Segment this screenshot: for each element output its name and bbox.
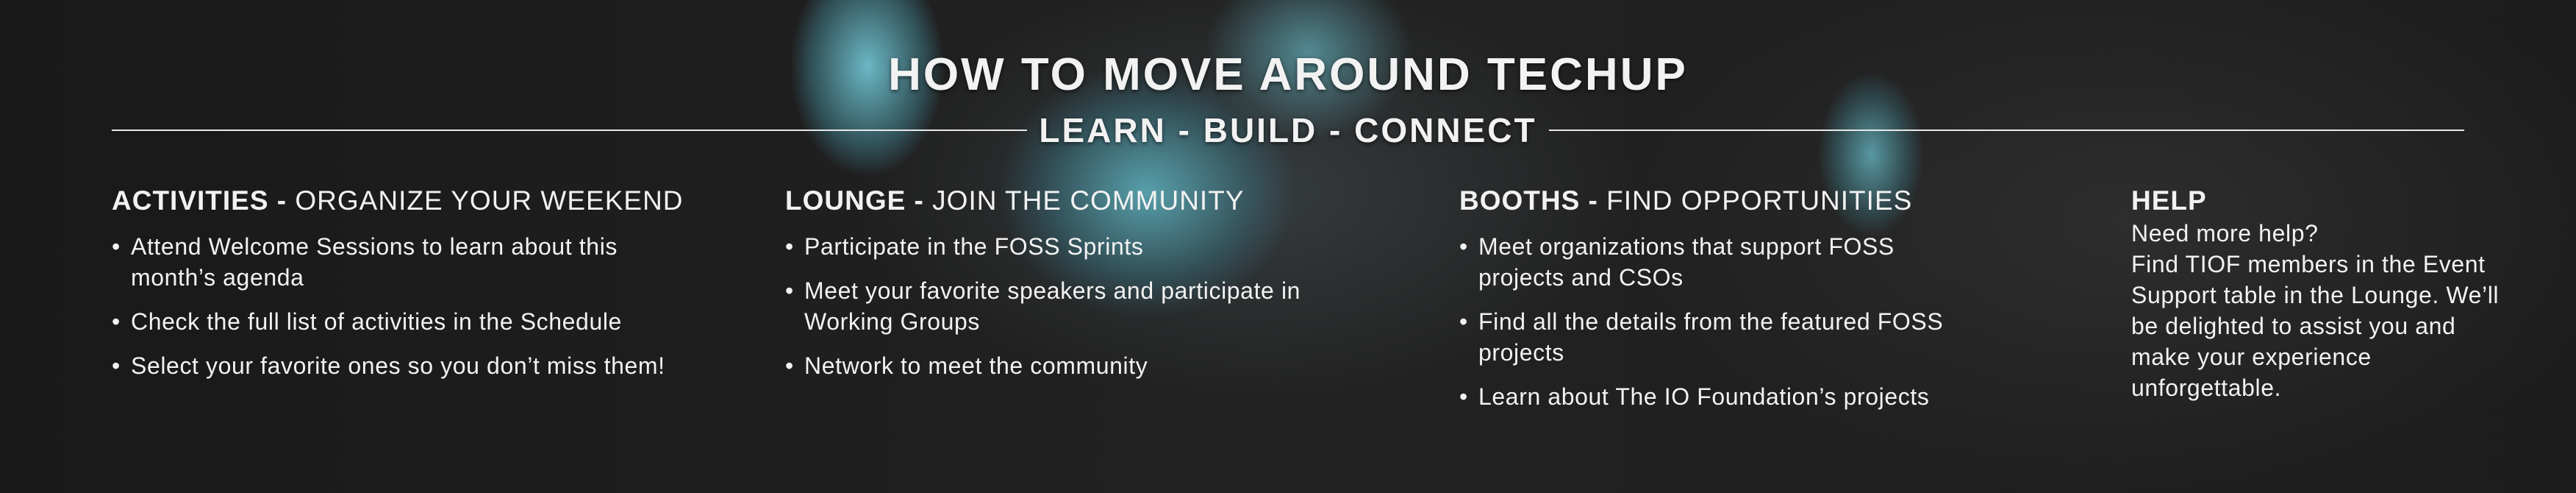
section-help: HELP Need more help? Find TIOF members i… — [2131, 185, 2543, 403]
page-title: HOW TO MOVE AROUND TECHUP — [888, 49, 1688, 100]
subtitle: LEARN - BUILD - CONNECT — [1039, 111, 1537, 149]
list-item: Learn about The IO Foundation’s projects — [1459, 381, 2106, 412]
heading-bold: ACTIVITIES - — [112, 185, 287, 216]
list-item: Attend Welcome Sessions to learn about t… — [112, 231, 645, 293]
section-heading: BOOTHS - FIND OPPORTUNITIES — [1459, 185, 2106, 216]
list-item: Network to meet the community — [785, 350, 1432, 381]
help-text: Find TIOF members in the Event Support t… — [2131, 251, 2500, 401]
heading-bold: BOOTHS - — [1459, 185, 1598, 216]
heading-bold: LOUNGE - — [785, 185, 924, 216]
heading-rest: JOIN THE COMMUNITY — [923, 185, 1245, 216]
list-item: Select your favorite ones so you don’t m… — [112, 350, 690, 381]
heading-rest: FIND OPPORTUNITIES — [1598, 185, 1913, 216]
list-item: Participate in the FOSS Sprints — [785, 231, 1432, 262]
divider-right — [1548, 130, 2464, 131]
section-heading: HELP — [2131, 185, 2543, 216]
help-text: Need more help? — [2131, 220, 2319, 246]
list-item: Meet your favorite speakers and particip… — [785, 275, 1392, 337]
divider-left — [112, 130, 1028, 131]
section-activities: ACTIVITIES - ORGANIZE YOUR WEEKEND Atten… — [112, 185, 759, 394]
section-heading: ACTIVITIES - ORGANIZE YOUR WEEKEND — [112, 185, 759, 216]
heading-rest: ORGANIZE YOUR WEEKEND — [287, 185, 684, 216]
list-item: Check the full list of activities in the… — [112, 306, 759, 337]
subtitle-row: LEARN - BUILD - CONNECT — [112, 110, 2464, 150]
list-item: Find all the details from the featured F… — [1459, 306, 1993, 368]
heading-bold: HELP — [2131, 185, 2207, 216]
section-lounge: LOUNGE - JOIN THE COMMUNITY Participate … — [785, 185, 1432, 394]
section-booths: BOOTHS - FIND OPPORTUNITIES Meet organiz… — [1459, 185, 2106, 425]
list-item: Meet organizations that support FOSS pro… — [1459, 231, 1949, 293]
section-heading: LOUNGE - JOIN THE COMMUNITY — [785, 185, 1432, 216]
